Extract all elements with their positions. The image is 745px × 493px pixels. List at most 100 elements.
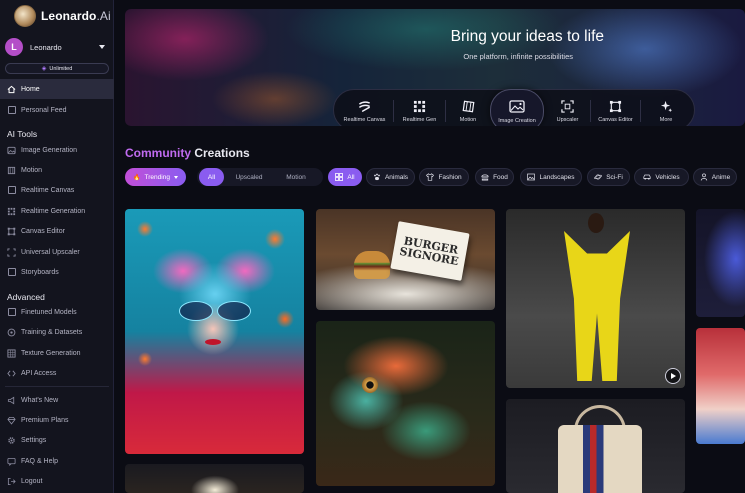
creation-tile-abstract-blue[interactable] [696, 209, 745, 317]
section-ai-tools: AI Tools [7, 129, 38, 139]
planet-icon [594, 174, 603, 180]
sidebar-item-label: Realtime Canvas [21, 186, 75, 194]
category-label: Fashion [438, 173, 462, 181]
chevron-down-icon [99, 45, 105, 49]
upscaler-icon [561, 99, 574, 113]
logo[interactable]: Leonardo.Ai [14, 5, 111, 27]
sidebar-item-label: Home [21, 85, 40, 93]
chevron-down-icon [173, 175, 178, 179]
tool-upscaler[interactable]: Upscaler [545, 90, 590, 126]
creation-tile-yellow-suit[interactable] [506, 209, 685, 388]
logo-mark-icon [14, 5, 36, 27]
tool-canvas-editor[interactable]: Canvas Editor [591, 90, 640, 126]
community-title: Community Creations [125, 146, 250, 160]
sparkle-icon [660, 100, 672, 112]
sidebar-item-motion[interactable]: Motion [0, 160, 114, 180]
creation-tile-chameleon[interactable] [316, 321, 495, 486]
sidebar-item-label: Texture Generation [21, 349, 81, 357]
tool-label: Canvas Editor [598, 116, 633, 123]
creation-tile-dessert[interactable] [125, 464, 304, 493]
car-icon [643, 174, 651, 180]
person-icon [700, 173, 707, 181]
plan-badge[interactable]: ◈ Unlimited [5, 63, 109, 74]
creation-tile-burger[interactable]: BURGER SIGNORE [316, 209, 495, 310]
yellow-coat [564, 231, 630, 381]
category-landscapes[interactable]: Landscapes [520, 168, 582, 186]
sidebar-item-faq-help[interactable]: FAQ & Help [0, 451, 114, 471]
sidebar-item-training-datasets[interactable]: Training & Datasets [0, 322, 114, 342]
category-label: Sci-Fi [606, 173, 623, 181]
realtime-canvas-icon [7, 186, 16, 195]
tool-realtime-gen[interactable]: Realtime Gen [394, 90, 445, 126]
sidebar-item-label: Realtime Generation [21, 207, 86, 215]
category-food[interactable]: Food [475, 168, 514, 186]
sidebar-item-whats-new[interactable]: What's New [0, 390, 114, 410]
sidebar-item-realtime-generation[interactable]: Realtime Generation [0, 201, 114, 221]
tool-label: Image Creation [498, 117, 536, 124]
sidebar-item-api-access[interactable]: API Access [0, 363, 114, 383]
sidebar-item-label: Universal Upscaler [21, 248, 80, 256]
sidebar-item-label: Settings [21, 436, 47, 444]
model-head [588, 213, 604, 233]
tool-label: More [659, 116, 673, 123]
creation-tile-abstract-red[interactable] [696, 328, 745, 444]
tool-image-creation[interactable]: Image Creation [490, 89, 544, 126]
creation-tile-portrait[interactable] [125, 209, 304, 454]
avatar: L [5, 38, 23, 56]
motion-icon [462, 100, 474, 112]
chameleon-eye [362, 377, 378, 393]
sidebar-item-logout[interactable]: Logout [0, 471, 114, 491]
sidebar: Leonardo.Ai L Leonardo ◈ Unlimited Home … [0, 0, 114, 493]
realtime-generation-icon [7, 207, 16, 216]
user-menu[interactable]: L Leonardo [5, 37, 109, 57]
tool-label: Realtime Gen [402, 116, 437, 123]
realtime-canvas-icon [359, 100, 370, 112]
sidebar-item-label: Image Generation [21, 146, 78, 154]
category-vehicles[interactable]: Vehicles [634, 168, 689, 186]
tool-label: Upscaler [556, 116, 579, 123]
tool-more[interactable]: More [641, 90, 691, 126]
sidebar-item-image-generation[interactable]: Image Generation [0, 140, 114, 160]
sidebar-item-finetuned-models[interactable]: Finetuned Models [0, 302, 114, 322]
landscape-icon [527, 173, 536, 181]
sidebar-item-canvas-editor[interactable]: Canvas Editor [0, 221, 114, 241]
sidebar-item-texture-generation[interactable]: Texture Generation [0, 343, 114, 363]
training-icon [7, 328, 16, 337]
category-fashion[interactable]: Fashion [419, 168, 469, 186]
media-filter-all[interactable]: All [199, 168, 224, 186]
category-label: All [347, 173, 355, 181]
tool-realtime-canvas[interactable]: Realtime Canvas [336, 90, 393, 126]
sidebar-item-settings[interactable]: Settings [0, 430, 114, 450]
hero-banner: Bring your ideas to life One platform, i… [125, 9, 745, 126]
food-icon [481, 174, 489, 181]
sidebar-item-universal-upscaler[interactable]: Universal Upscaler [0, 242, 114, 262]
token-icon: ◈ [41, 66, 47, 72]
tool-motion[interactable]: Motion [446, 90, 490, 126]
category-animals[interactable]: Animals [366, 168, 415, 186]
canvas-editor-icon [7, 227, 16, 236]
hero-subtitle: One platform, infinite possibilities [463, 52, 573, 61]
media-filter-motion[interactable]: Motion [273, 168, 319, 186]
sidebar-item-personal-feed[interactable]: Personal Feed [0, 100, 114, 120]
logo-text: Leonardo.Ai [41, 9, 111, 23]
paw-icon [374, 173, 380, 181]
sidebar-item-label: Motion [21, 166, 43, 174]
sidebar-item-storyboards[interactable]: Storyboards [0, 262, 114, 282]
shirt-icon [426, 173, 435, 181]
sidebar-item-premium-plans[interactable]: Premium Plans [0, 410, 114, 430]
canvas-editor-icon [609, 100, 622, 112]
category-anime[interactable]: Anime [693, 168, 737, 186]
fire-icon: 🔥 [133, 174, 141, 181]
sort-dropdown[interactable]: 🔥 Trending [125, 168, 186, 186]
sidebar-item-label: Canvas Editor [21, 227, 65, 235]
image-creation-icon [508, 99, 525, 113]
creation-tile-handbag[interactable] [506, 399, 685, 493]
category-all[interactable]: All [328, 168, 362, 186]
media-filter-group: All Upscaled Motion [197, 168, 323, 186]
play-icon[interactable] [665, 368, 681, 384]
tool-label: Realtime Canvas [343, 116, 386, 123]
category-sci-fi[interactable]: Sci-Fi [587, 168, 630, 186]
sidebar-item-realtime-canvas[interactable]: Realtime Canvas [0, 180, 114, 200]
media-filter-upscaled[interactable]: Upscaled [229, 168, 269, 186]
sidebar-item-home[interactable]: Home [0, 79, 114, 99]
